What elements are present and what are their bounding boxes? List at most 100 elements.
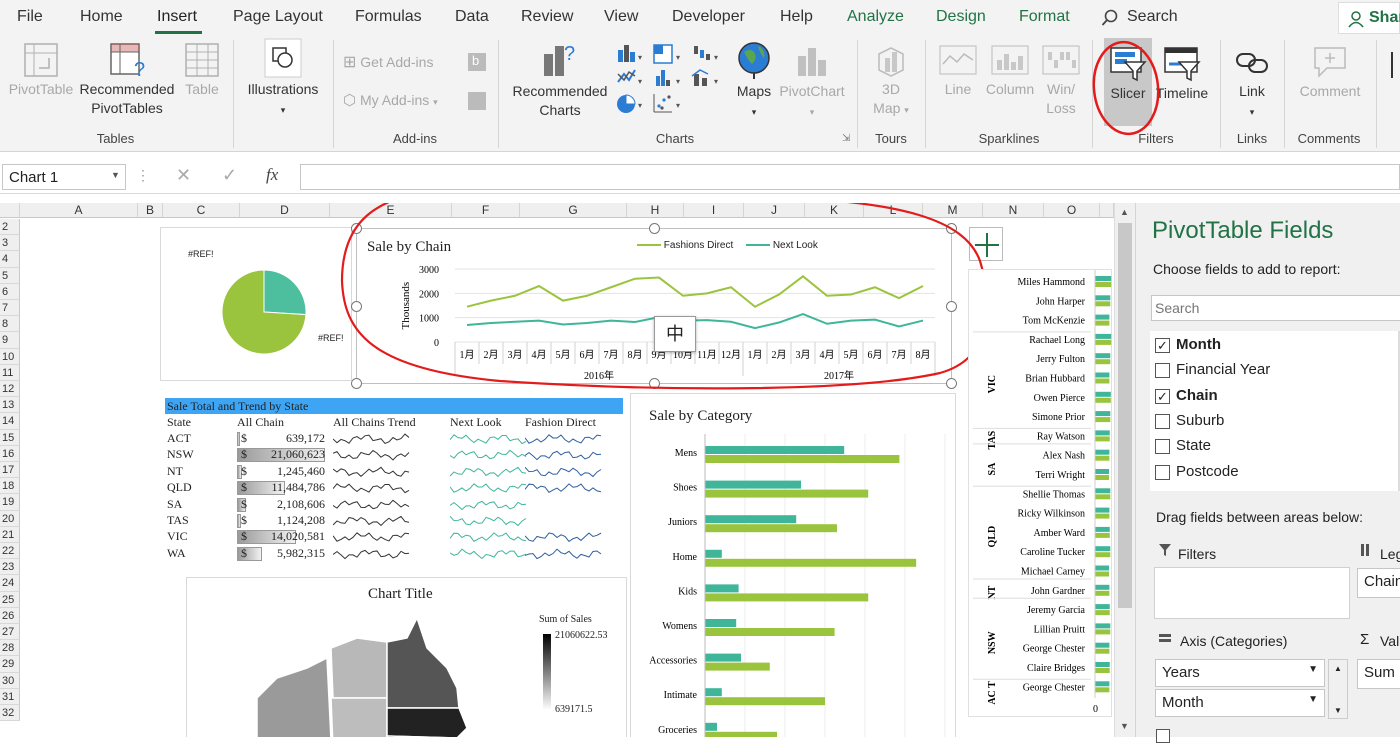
column-header[interactable]: A xyxy=(20,203,138,218)
row-header[interactable]: 17 xyxy=(0,462,20,479)
field-checkbox-postcode[interactable] xyxy=(1155,464,1170,480)
field-label[interactable]: Postcode xyxy=(1176,463,1239,480)
tab-file[interactable]: File xyxy=(17,8,43,26)
cancel-icon[interactable]: ✕ xyxy=(176,165,191,186)
axis-item-month[interactable]: Month ▼ xyxy=(1155,689,1325,717)
row-header[interactable]: 30 xyxy=(0,672,20,689)
field-search-input[interactable] xyxy=(1151,295,1400,321)
field-label[interactable]: Financial Year xyxy=(1176,361,1270,378)
enter-check-icon[interactable]: ✓ xyxy=(222,165,237,186)
scroll-up-icon[interactable]: ▲ xyxy=(1120,207,1129,217)
tab-design[interactable]: Design xyxy=(936,8,986,26)
get-addins-button[interactable]: ⊞ Get Add-ins xyxy=(343,53,433,72)
row-header[interactable]: 18 xyxy=(0,478,20,495)
axis-list-scrollbar[interactable]: ▲ ▼ xyxy=(1328,659,1348,719)
row-header[interactable]: 3 xyxy=(0,235,20,252)
row-header[interactable]: 27 xyxy=(0,624,20,641)
field-label[interactable]: Suburb xyxy=(1176,412,1224,429)
row-header[interactable]: 8 xyxy=(0,316,20,333)
table-button[interactable]: Table xyxy=(180,42,224,99)
row-header[interactable]: 6 xyxy=(0,283,20,300)
formula-input[interactable] xyxy=(300,164,1400,190)
sparkline-line-button[interactable]: Line xyxy=(934,42,982,99)
tell-me-search[interactable]: Search xyxy=(1127,8,1178,26)
field-checkbox-suburb[interactable] xyxy=(1155,413,1170,429)
name-box[interactable]: Chart 1 ▼ xyxy=(2,164,126,190)
row-header[interactable]: 14 xyxy=(0,413,20,430)
row-header[interactable]: 2 xyxy=(0,219,20,236)
field-checkbox-chain[interactable]: ✓ xyxy=(1155,388,1170,404)
chevron-down-icon[interactable]: ▼ xyxy=(111,170,120,180)
tab-format[interactable]: Format xyxy=(1019,8,1070,26)
field-checkbox-financial-year[interactable] xyxy=(1155,363,1170,379)
charts-dialog-launcher[interactable]: ⇲ xyxy=(842,133,850,144)
scroll-down-icon[interactable]: ▼ xyxy=(1120,721,1129,731)
row-header[interactable]: 10 xyxy=(0,348,20,365)
row-header[interactable]: 7 xyxy=(0,300,20,317)
recommended-charts-button[interactable]: ? Recommended Charts xyxy=(506,40,614,120)
map-chart[interactable]: Chart Title Sum of Sales 21060622.53 639… xyxy=(186,577,627,737)
column-header[interactable]: D xyxy=(240,203,330,218)
my-addins-button[interactable]: ⬡ My Add-ins ▾ xyxy=(343,91,438,112)
tab-view[interactable]: View xyxy=(604,8,638,26)
field-checkbox-month[interactable]: ✓ xyxy=(1155,338,1170,353)
select-all-corner[interactable] xyxy=(0,203,20,218)
illustrations-button[interactable]: Illustrations ▾ xyxy=(242,38,324,120)
field-label[interactable]: State xyxy=(1176,437,1211,454)
row-header[interactable]: 25 xyxy=(0,591,20,608)
column-header[interactable]: B xyxy=(138,203,163,218)
tab-analyze[interactable]: Analyze xyxy=(847,8,904,26)
row-header[interactable]: 5 xyxy=(0,267,20,284)
comment-button[interactable]: Comment xyxy=(1290,44,1370,101)
salesperson-chart[interactable]: Miles Hammond John Harper Tom McKenzie Rach… xyxy=(968,269,1112,717)
row-header[interactable]: 23 xyxy=(0,559,20,576)
tab-formulas[interactable]: Formulas xyxy=(355,8,422,26)
legend-area-item[interactable]: Chain xyxy=(1357,568,1400,598)
tab-home[interactable]: Home xyxy=(80,8,123,26)
field-checkbox-state[interactable] xyxy=(1155,439,1170,455)
row-header[interactable]: 31 xyxy=(0,688,20,705)
row-header[interactable]: 16 xyxy=(0,445,20,462)
link-button[interactable]: Link ▾ xyxy=(1226,44,1278,122)
tab-data[interactable]: Data xyxy=(455,8,489,26)
row-header[interactable]: 24 xyxy=(0,575,20,592)
column-header[interactable]: C xyxy=(163,203,240,218)
row-header[interactable]: 12 xyxy=(0,381,20,398)
field-label[interactable]: Chain xyxy=(1176,387,1218,404)
pivottable-button[interactable]: PivotTable xyxy=(6,42,76,99)
people-graph-icon[interactable] xyxy=(468,92,486,110)
row-header[interactable]: 4 xyxy=(0,251,20,268)
field-label[interactable]: Month xyxy=(1176,336,1221,353)
row-header[interactable]: 26 xyxy=(0,607,20,624)
values-area-item[interactable]: Sum xyxy=(1357,659,1400,689)
bing-icon[interactable]: b xyxy=(468,53,486,71)
row-header[interactable]: 28 xyxy=(0,640,20,657)
3d-map-button[interactable]: 3D Map ▾ xyxy=(864,40,918,120)
pivotchart-button[interactable]: PivotChart ▾ xyxy=(777,40,847,122)
tab-review[interactable]: Review xyxy=(521,8,573,26)
row-header[interactable]: 20 xyxy=(0,510,20,527)
row-header[interactable]: 15 xyxy=(0,429,20,446)
maps-button[interactable]: Maps ▾ xyxy=(733,40,775,122)
pie-chart[interactable]: #REF! #REF! xyxy=(160,227,352,381)
column-header[interactable] xyxy=(1100,203,1114,218)
tab-page-layout[interactable]: Page Layout xyxy=(233,8,323,26)
recommended-pivottables-button[interactable]: ? Recommended PivotTables xyxy=(76,42,178,118)
chart-type-gallery[interactable]: ▾ ▾ ▾ ▾ ▾ ▾ ▾ ▾ xyxy=(616,42,726,122)
row-header[interactable]: 22 xyxy=(0,543,20,560)
vertical-scrollbar[interactable]: ▲ ▼ xyxy=(1114,203,1135,737)
column-header[interactable]: O xyxy=(1044,203,1100,218)
sale-by-category-chart[interactable]: Sale by Category Mens Shoes Juniors Home Kid… xyxy=(630,393,956,737)
row-header[interactable]: 11 xyxy=(0,364,20,381)
row-header[interactable]: 32 xyxy=(0,705,20,722)
sparkline-winloss-button[interactable]: Win/Loss xyxy=(1040,42,1082,118)
row-header[interactable]: 13 xyxy=(0,397,20,414)
row-header[interactable]: 19 xyxy=(0,494,20,511)
row-header[interactable]: 21 xyxy=(0,526,20,543)
row-header[interactable]: 9 xyxy=(0,332,20,349)
row-header[interactable]: 29 xyxy=(0,656,20,673)
insert-function-icon[interactable]: fx xyxy=(266,165,278,185)
filters-drop-area[interactable] xyxy=(1154,567,1350,619)
tab-help[interactable]: Help xyxy=(780,8,813,26)
scrollbar-thumb[interactable] xyxy=(1118,223,1132,608)
